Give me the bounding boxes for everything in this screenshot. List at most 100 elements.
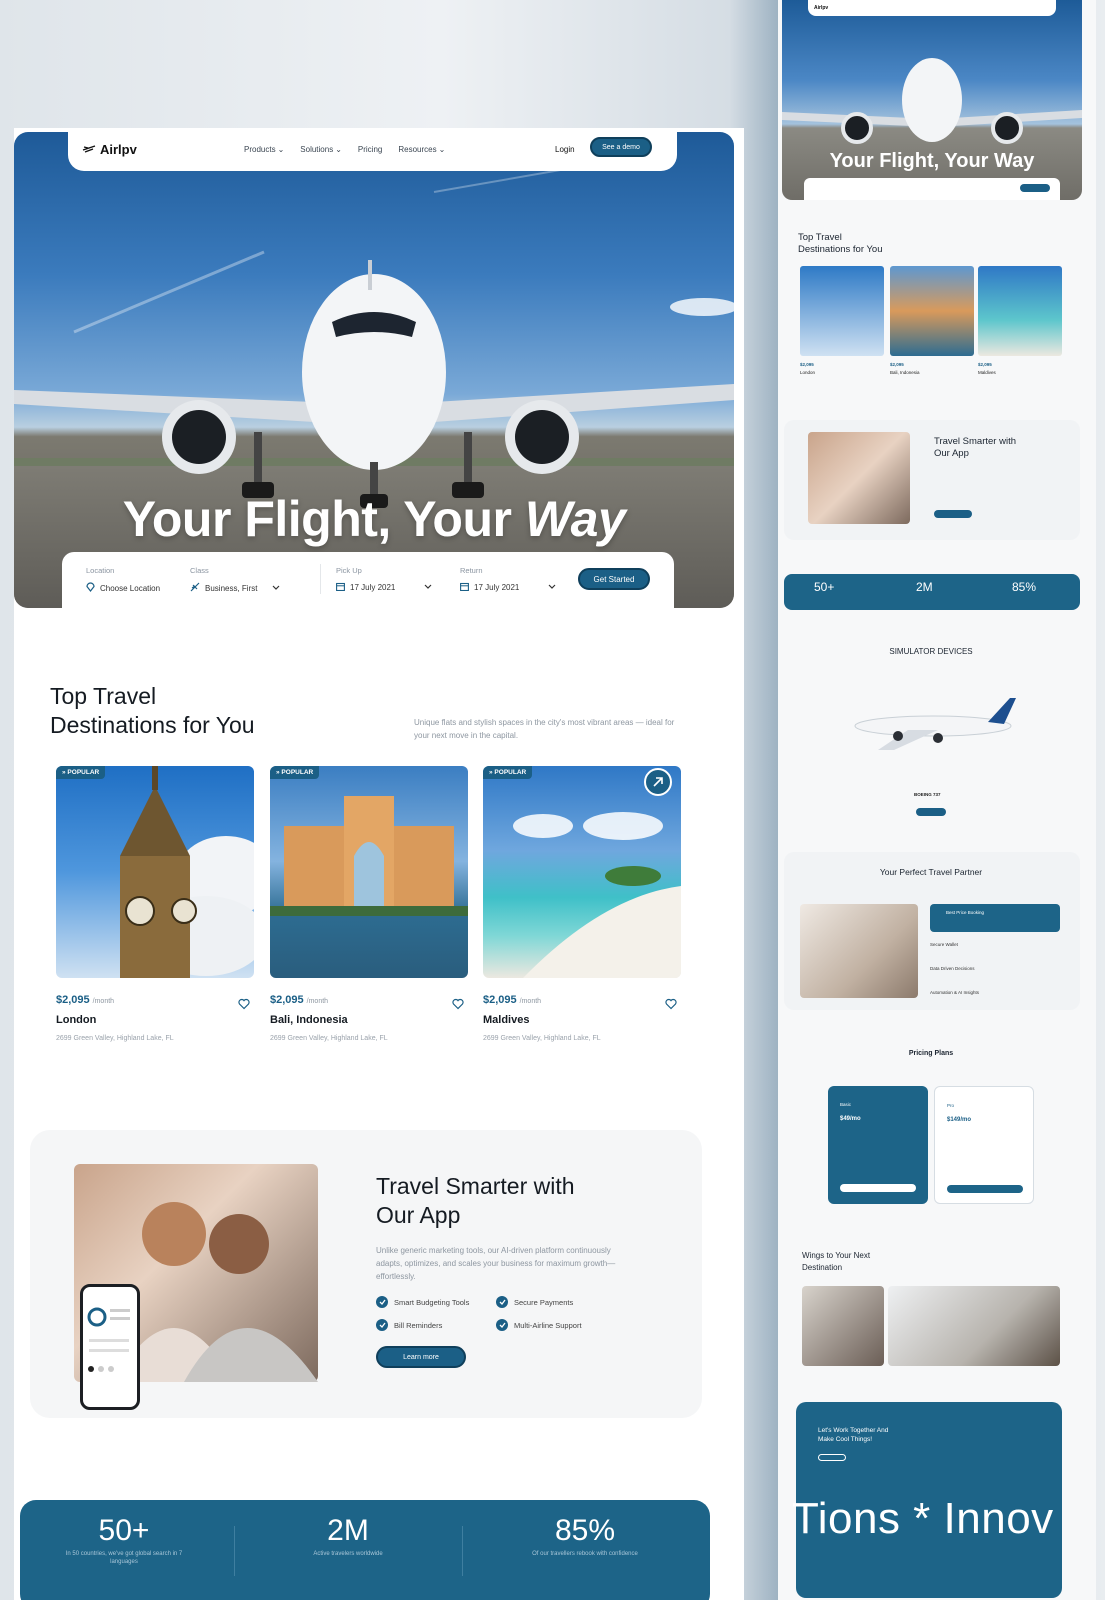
learn-more-button[interactable]: Learn more (376, 1346, 466, 1368)
preview-stat: 50+ (814, 580, 835, 594)
preview-app-title: Travel Smarter with Our App (934, 436, 1016, 459)
preview-card-price: $2,095 (890, 362, 904, 367)
preview-footer-button[interactable] (818, 1454, 846, 1461)
calendar-icon (460, 582, 469, 593)
pickup-label: Pick Up (336, 566, 362, 575)
brand-logo[interactable]: Airlpv (82, 142, 137, 157)
full-page-preview: Airlpv Your Flight, Your Way Top Travel D… (778, 0, 1096, 1600)
nav-pricing[interactable]: Pricing (358, 145, 382, 154)
preview-marquee-text: Tions * Innov (792, 1494, 1054, 1543)
stats-bar: 50+ In 50 countries, we've got global sea… (20, 1500, 710, 1600)
preview-card-name: Bali, Indonesia (890, 370, 920, 375)
bali-image: » POPULAR (270, 766, 468, 978)
preview-learn-more-button[interactable] (934, 510, 972, 518)
preview-plan-basic[interactable]: Basic $49/mo (828, 1086, 928, 1204)
maldives-image: » POPULAR (483, 766, 681, 978)
preview-couple-photo (808, 432, 910, 524)
preview-plan-pro[interactable]: Pro $149/mo (934, 1086, 1034, 1204)
check-icon (496, 1296, 508, 1308)
preview-pricing-title: Pricing Plans (908, 1050, 954, 1057)
flight-search-bar: Location Choose Location Class Business,… (62, 552, 674, 608)
preview-stats-bar: 50+ 2M 85% (784, 574, 1080, 610)
card-name: Maldives (483, 1014, 530, 1026)
feature-item: Smart Budgeting Tools (376, 1296, 469, 1308)
card-price: $2,095/month (270, 994, 329, 1006)
feature-item: Bill Reminders (376, 1319, 442, 1331)
preview-partner-item-active[interactable]: Best Price Booking (930, 904, 1060, 932)
stat-countries: 50+ In 50 countries, we've got global sea… (65, 1514, 183, 1565)
app-description: Unlike generic marketing tools, our AI-d… (376, 1246, 616, 1281)
preview-card-maldives[interactable] (978, 266, 1062, 356)
location-field[interactable]: Location Choose Location (86, 566, 160, 594)
stat-divider (462, 1526, 463, 1576)
pickup-date-field[interactable]: Pick Up 17 July 2021 (336, 566, 432, 593)
preview-simulator-title: SIMULATOR DEVICES (889, 647, 973, 656)
preview-wings-photo (888, 1286, 1060, 1366)
preview-model-label: BOEING 737 (914, 792, 941, 797)
top-navbar: Airlpv Products ⌄ Solutions ⌄ Pricing Reso… (68, 128, 677, 171)
preview-simulator-button[interactable] (916, 808, 946, 816)
preview-partner-item[interactable]: Secure Wallet (930, 942, 958, 948)
preview-hero-title: Your Flight, Your Way (829, 150, 1035, 172)
popular-badge: » POPULAR (270, 766, 320, 779)
destination-card-bali[interactable]: » POPULAR $2,095/month Bali, Indonesia 2… (270, 766, 468, 1042)
destination-card-london[interactable]: » POPULAR $2,095/month London 2699 Green… (56, 766, 254, 1042)
plane-icon (190, 582, 200, 594)
heart-icon[interactable] (238, 998, 250, 1010)
login-link[interactable]: Login (555, 145, 575, 154)
preview-destinations-title: Top Travel Destinations for You (798, 232, 883, 255)
preview-get-started-button[interactable] (1020, 184, 1050, 192)
preview-card-london[interactable] (800, 266, 884, 356)
return-label: Return (460, 566, 483, 575)
card-address: 2699 Green Valley, Highland Lake, FL (270, 1035, 388, 1042)
preview-card-price: $2,095 (978, 362, 992, 367)
heart-icon[interactable] (452, 998, 464, 1010)
return-date-field[interactable]: Return 17 July 2021 (460, 566, 556, 593)
preview-partner-title: Your Perfect Travel Partner (879, 867, 983, 877)
nav-solutions[interactable]: Solutions ⌄ (300, 145, 342, 154)
search-divider (320, 564, 321, 594)
preview-plan-button[interactable] (947, 1185, 1023, 1193)
stat-travelers: 2M Active travelers worldwide (313, 1514, 383, 1557)
preview-plan-button[interactable] (840, 1184, 916, 1192)
return-value: 17 July 2021 (474, 583, 520, 592)
preview-wings-photo (802, 1286, 884, 1366)
see-demo-button[interactable]: See a demo (590, 137, 652, 157)
preview-search-bar (804, 178, 1060, 200)
hero-section: Your Flight, Your Way Location Choose Lo… (14, 132, 734, 608)
get-started-button[interactable]: Get Started (578, 568, 650, 590)
class-select[interactable]: Class Business, First (190, 566, 280, 594)
destinations-title: Top Travel Destinations for You (50, 683, 255, 738)
preview-hero: Airlpv Your Flight, Your Way (782, 0, 1082, 200)
location-pin-icon (86, 582, 95, 594)
brand-name: Airlpv (100, 142, 137, 157)
preview-partner-item[interactable]: Data Driven Decisions (930, 966, 975, 972)
preview-card-name: Maldives (978, 370, 996, 375)
preview-stat: 2M (916, 580, 933, 594)
preview-card-name: London (800, 370, 816, 375)
popular-badge: » POPULAR (483, 766, 533, 779)
destination-card-maldives[interactable]: » POPULAR $2,095/month Maldives 2699 Gre… (483, 766, 681, 1042)
destinations-description: Unique flats and stylish spaces in the c… (414, 718, 675, 740)
card-name: London (56, 1014, 97, 1026)
preview-partner-item[interactable]: Automation & AI Insights (930, 990, 979, 996)
nav-products[interactable]: Products ⌄ (244, 145, 284, 154)
calendar-icon (336, 582, 345, 593)
arrow-up-right-icon (653, 777, 663, 787)
london-image: » POPULAR (56, 766, 254, 978)
preview-plane-illustration (854, 698, 1016, 750)
arrow-up-right-button[interactable] (644, 768, 672, 796)
heart-icon[interactable] (665, 998, 677, 1010)
card-name: Bali, Indonesia (270, 1014, 348, 1026)
preview-card-bali[interactable] (890, 266, 974, 356)
chevron-down-icon: ⌄ (277, 145, 285, 154)
card-address: 2699 Green Valley, Highland Lake, FL (56, 1035, 174, 1042)
feature-item: Secure Payments (496, 1296, 573, 1308)
preview-partner-photo (800, 904, 918, 998)
class-label: Class (190, 566, 209, 575)
nav-links: Products ⌄ Solutions ⌄ Pricing Resources ⌄ (244, 145, 445, 154)
check-icon (376, 1319, 388, 1331)
landing-page-main: Your Flight, Your Way Location Choose Lo… (14, 128, 744, 1600)
location-value: Choose Location (100, 583, 161, 593)
nav-resources[interactable]: Resources ⌄ (398, 145, 445, 154)
